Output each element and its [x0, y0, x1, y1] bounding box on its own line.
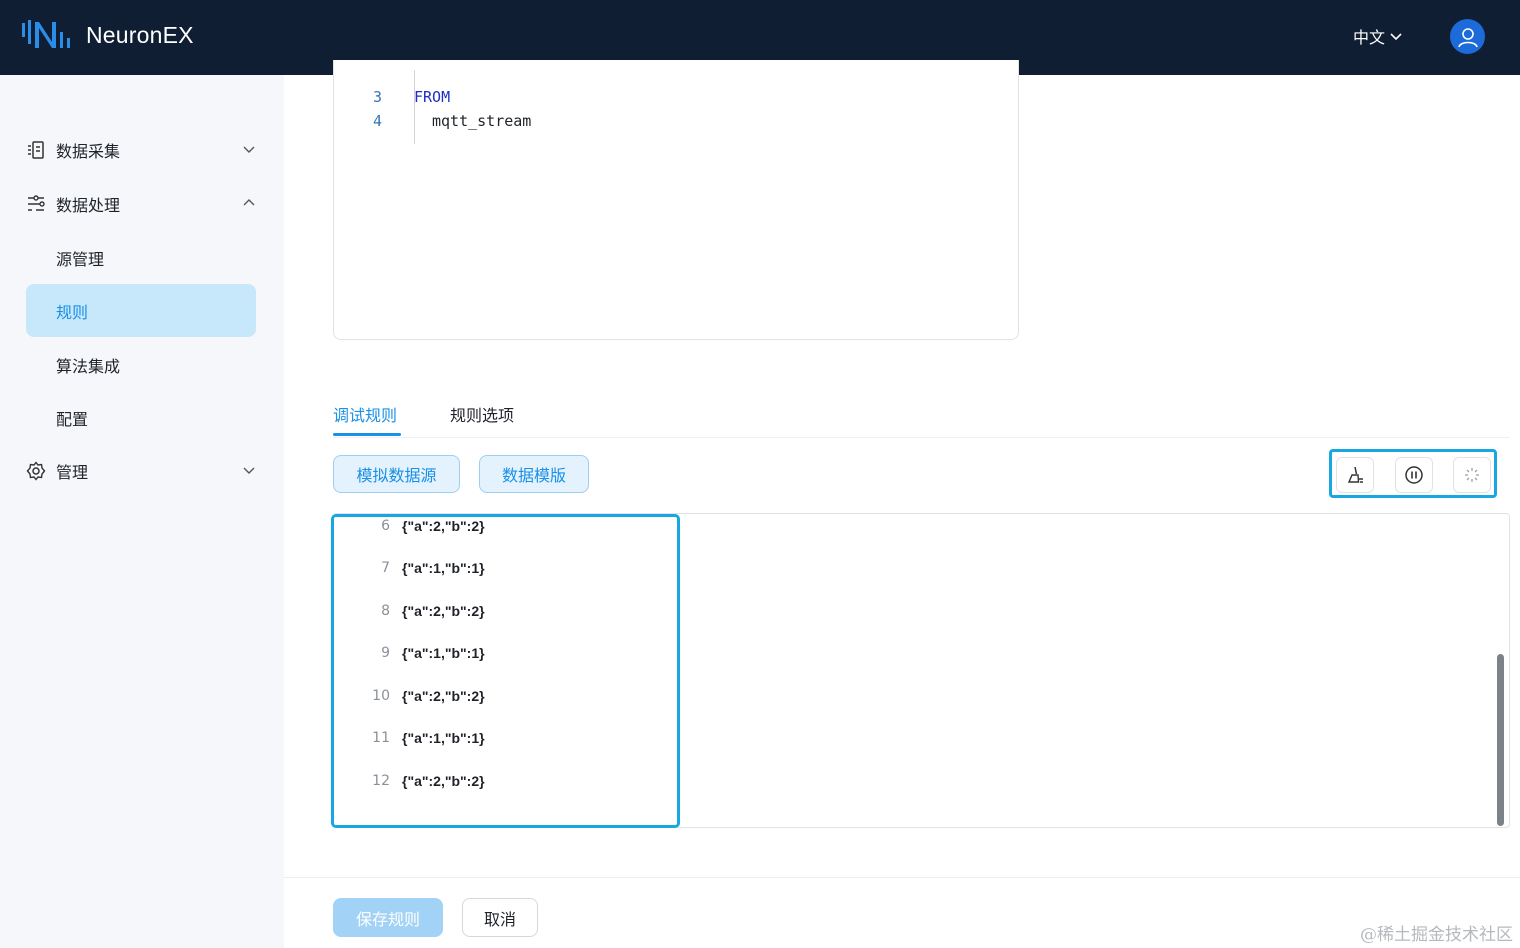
cancel-button[interactable]: 取消 [462, 898, 538, 937]
logo-mark-icon [22, 20, 70, 48]
clear-icon [1347, 466, 1363, 483]
app-name: NeuronEX [86, 22, 194, 48]
tab-debug-rule[interactable]: 调试规则 [333, 402, 397, 426]
footer-divider [284, 877, 1520, 878]
sql-code: mqtt_stream [432, 112, 532, 130]
sidebar-group-data-process[interactable]: 数据处理 [26, 184, 256, 224]
user-icon [1457, 27, 1478, 47]
sidebar-item-algorithm-integration[interactable]: 算法集成 [26, 338, 256, 391]
save-rule-button[interactable]: 保存规则 [333, 898, 443, 937]
sidebar-item-label: 算法集成 [56, 356, 121, 376]
tab-rule-options[interactable]: 规则选项 [450, 402, 514, 426]
sidebar-item-config[interactable]: 配置 [26, 391, 256, 444]
chevron-down-icon [1390, 33, 1402, 41]
watermark: @稀土掘金技术社区 [1360, 925, 1513, 945]
sidebar-item-label: 配置 [56, 409, 89, 429]
line-number: 2 [372, 66, 382, 84]
data-collect-icon [26, 140, 46, 160]
data-template-button[interactable]: 数据模版 [479, 455, 589, 493]
chevron-down-icon [243, 467, 255, 474]
sidebar-item-label: 规则 [56, 302, 89, 322]
chevron-down-icon [243, 146, 255, 153]
pause-icon [1405, 466, 1423, 484]
annotation-highlight [331, 514, 680, 828]
tab-bar: 调试规则 规则选项 [333, 398, 1510, 438]
line-number: 3 [372, 88, 382, 106]
sidebar-group-management[interactable]: 管理 [26, 451, 256, 491]
sidebar-group-label: 管理 [56, 463, 89, 482]
tool-group [1329, 449, 1497, 498]
data-process-icon [26, 194, 46, 214]
pause-button[interactable] [1395, 457, 1433, 493]
avatar[interactable] [1450, 19, 1485, 54]
sidebar: 数据采集 数据处理 源管理 规则 算法集成 配置 管理 [0, 75, 284, 948]
clear-button[interactable] [1336, 457, 1374, 493]
sidebar-item-rules[interactable]: 规则 [26, 284, 256, 337]
tab-active-indicator [333, 433, 401, 436]
indent-guide [414, 70, 415, 144]
sidebar-item-source-management[interactable]: 源管理 [26, 231, 256, 284]
sidebar-group-data-collect[interactable]: 数据采集 [26, 130, 256, 170]
scrollbar[interactable] [1497, 654, 1504, 826]
neuronex-logo[interactable]: NeuronEX [22, 18, 194, 54]
language-label: 中文 [1353, 28, 1386, 47]
loading-icon [1465, 468, 1479, 482]
sidebar-group-label: 数据处理 [56, 196, 121, 215]
line-number: 4 [372, 112, 382, 130]
chevron-up-icon [243, 199, 255, 206]
sql-keyword: FROM [414, 88, 451, 106]
sidebar-group-label: 数据采集 [56, 142, 121, 161]
language-switcher[interactable]: 中文 [1353, 24, 1403, 48]
sidebar-item-label: 源管理 [56, 249, 105, 269]
sql-code: * [432, 66, 442, 84]
sql-editor[interactable]: 2 * 3 FROM 4 mqtt_stream [333, 60, 1019, 340]
mock-data-source-button[interactable]: 模拟数据源 [333, 455, 460, 493]
gear-icon [26, 461, 46, 481]
loading-button[interactable] [1453, 457, 1491, 493]
